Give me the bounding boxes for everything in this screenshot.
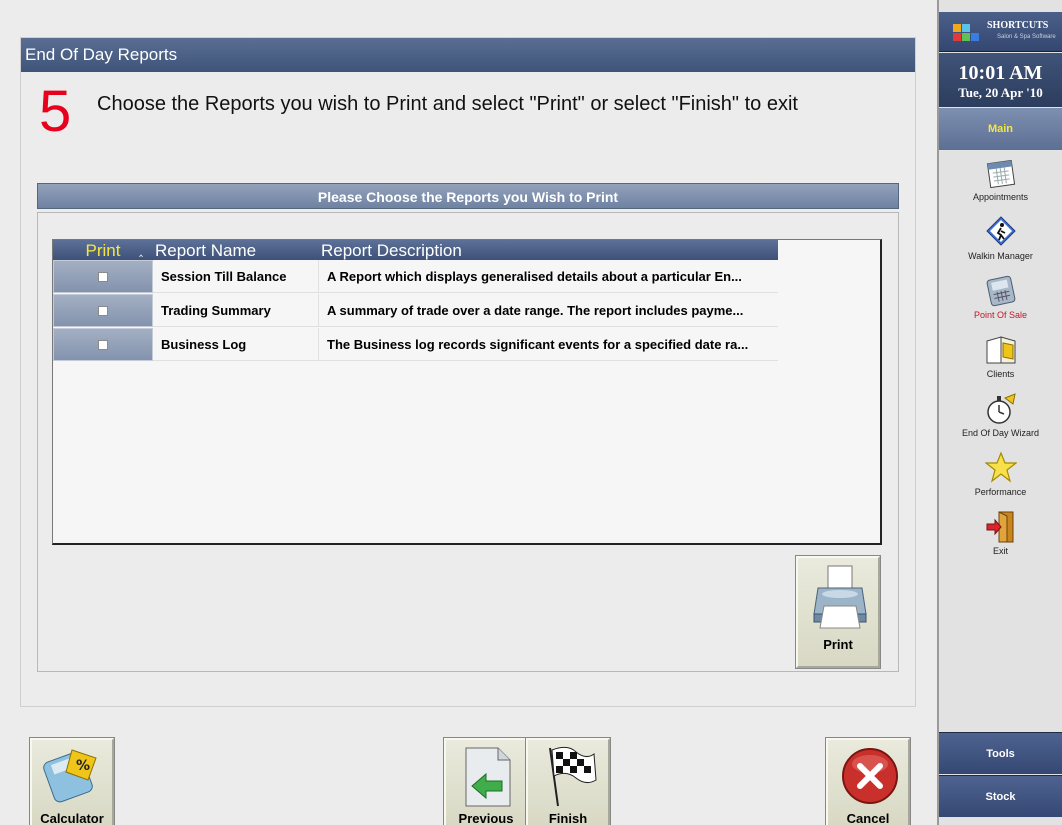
logo-name: SHORTCUTS xyxy=(987,20,1049,31)
clock-date: Tue, 20 Apr '10 xyxy=(958,85,1043,100)
calendar-icon xyxy=(986,159,1016,189)
sidebar-item-label: Exit xyxy=(992,546,1008,556)
calculator-label: Calculator xyxy=(40,811,104,825)
previous-label: Previous xyxy=(458,811,514,825)
sidebar-item-exit[interactable]: Exit xyxy=(939,510,1062,568)
finish-label: Finish xyxy=(548,811,588,825)
report-panel: End Of Day Reports 5 Choose the Reports … xyxy=(20,37,916,707)
report-description: A Report which displays generalised deta… xyxy=(327,269,742,284)
section-body: Print ‸ Report Name Report Description S… xyxy=(37,212,899,672)
sidebar: SHORTCUTS Salon & Spa Software 10:01 AM … xyxy=(937,0,1062,825)
print-cell[interactable] xyxy=(53,260,153,293)
sidebar-item-label: Performance xyxy=(974,487,1027,497)
print-cell[interactable] xyxy=(53,294,153,327)
clock-time: 10:01 AM xyxy=(958,62,1043,84)
cancel-label: Cancel xyxy=(846,811,890,825)
print-button[interactable]: Print xyxy=(795,555,881,669)
sidebar-item-point-of-sale[interactable]: Point Of Sale xyxy=(939,274,1062,332)
report-name: Session Till Balance xyxy=(161,260,319,293)
walkin-icon xyxy=(986,216,1016,246)
step-number: 5 xyxy=(39,79,72,144)
print-checkbox[interactable] xyxy=(98,272,108,282)
calculator-icon: % xyxy=(43,749,97,803)
step-instruction: Choose the Reports you wish to Print and… xyxy=(97,93,798,115)
svg-text:%: % xyxy=(76,758,90,774)
section-header: Please Choose the Reports you Wish to Pr… xyxy=(37,183,899,209)
sidebar-main-tab[interactable]: Main xyxy=(939,108,1062,150)
sidebar-stock-button[interactable]: Stock xyxy=(939,775,1062,817)
print-checkbox[interactable] xyxy=(98,340,108,350)
logo-tagline: Salon & Spa Software xyxy=(997,34,1056,40)
star-icon xyxy=(985,451,1017,483)
printer-icon xyxy=(813,565,867,629)
sidebar-item-performance[interactable]: Performance xyxy=(939,451,1062,509)
cancel-button[interactable]: Cancel xyxy=(825,737,911,825)
sort-ascending-icon: ‸ xyxy=(139,243,144,257)
report-name: Business Log xyxy=(161,328,319,361)
previous-button[interactable]: Previous xyxy=(443,737,529,825)
sidebar-item-walkin-manager[interactable]: Walkin Manager xyxy=(939,215,1062,273)
checkered-flag-icon xyxy=(549,746,597,807)
report-description: A summary of trade over a date range. Th… xyxy=(327,303,744,318)
window-title: End Of Day Reports xyxy=(21,38,915,72)
sidebar-item-label: Walkin Manager xyxy=(968,251,1033,261)
shortcuts-logo: SHORTCUTS Salon & Spa Software xyxy=(939,12,1062,52)
back-arrow-icon xyxy=(465,747,511,807)
table-row[interactable]: Trading Summary A summary of trade over … xyxy=(53,294,778,327)
sidebar-item-appointments[interactable]: Appointments xyxy=(939,156,1062,214)
calculator-button[interactable]: % Calculator xyxy=(29,737,115,825)
sidebar-item-label: Point Of Sale xyxy=(973,310,1028,320)
report-description: The Business log records significant eve… xyxy=(327,337,749,352)
print-button-label: Print xyxy=(823,637,853,652)
sidebar-item-label: Appointments xyxy=(972,192,1029,202)
sidebar-item-end-of-day-wizard[interactable]: End Of Day Wizard xyxy=(939,392,1062,450)
table-row[interactable]: Business Log The Business log records si… xyxy=(53,328,778,361)
main-area: End Of Day Reports 5 Choose the Reports … xyxy=(0,0,937,825)
column-header-report-name[interactable]: Report Name xyxy=(155,240,256,261)
table-row[interactable]: Session Till Balance A Report which disp… xyxy=(53,260,778,293)
finish-button[interactable]: Finish xyxy=(525,737,611,825)
sidebar-item-label: End Of Day Wizard xyxy=(961,428,1040,438)
stopwatch-icon xyxy=(987,393,1016,424)
sidebar-tools-button[interactable]: Tools xyxy=(939,732,1062,774)
column-header-print[interactable]: Print xyxy=(53,240,153,261)
clients-book-icon xyxy=(986,336,1016,364)
column-header-report-description[interactable]: Report Description xyxy=(321,240,462,261)
cancel-x-icon xyxy=(842,748,898,804)
reports-grid: Print ‸ Report Name Report Description S… xyxy=(52,239,882,545)
print-cell[interactable] xyxy=(53,328,153,361)
clock: 10:01 AM Tue, 20 Apr '10 xyxy=(939,53,1062,107)
exit-door-icon xyxy=(986,511,1014,543)
sidebar-item-label: Clients xyxy=(986,369,1015,379)
grid-header: Print ‸ Report Name Report Description xyxy=(53,240,778,260)
sidebar-item-clients[interactable]: Clients xyxy=(939,333,1062,391)
print-checkbox[interactable] xyxy=(98,306,108,316)
report-name: Trading Summary xyxy=(161,294,319,327)
pos-terminal-icon xyxy=(986,275,1016,307)
